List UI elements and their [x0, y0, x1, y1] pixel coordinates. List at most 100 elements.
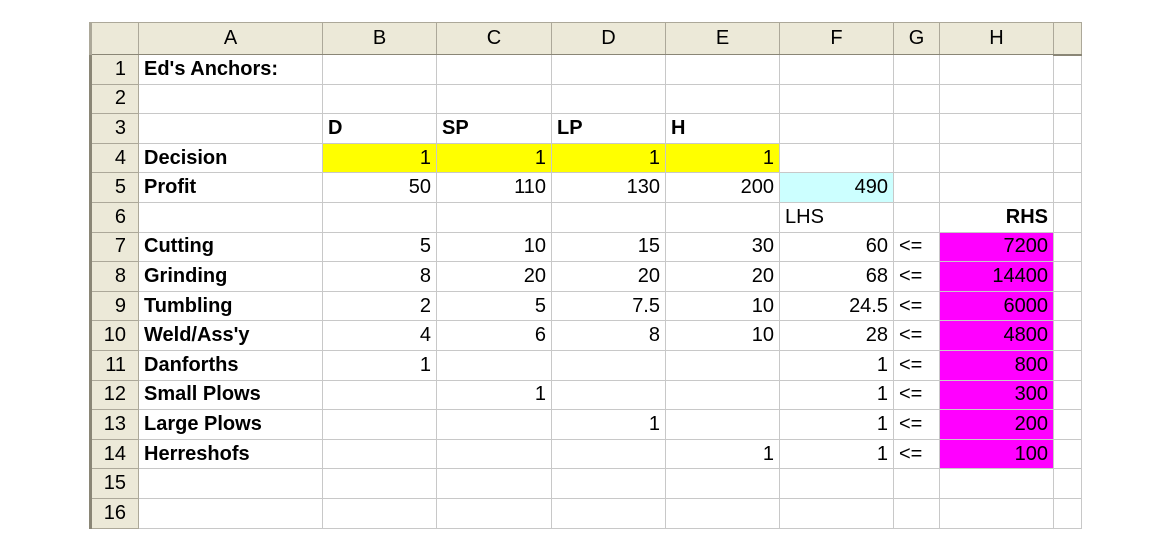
row-header-2[interactable]: 2	[89, 83, 139, 115]
cell-h12[interactable]: 300	[939, 379, 1054, 411]
cell-a15[interactable]	[138, 468, 323, 499]
cell-d16[interactable]	[551, 497, 666, 529]
cell-d12[interactable]	[551, 379, 666, 411]
cell-h1[interactable]	[939, 54, 1054, 85]
cell-d4[interactable]: 1	[551, 142, 666, 174]
cell-i1[interactable]	[1053, 54, 1082, 85]
cell-f16[interactable]	[779, 497, 894, 529]
cell-e16[interactable]	[665, 497, 780, 529]
cell-c7[interactable]: 10	[436, 231, 552, 263]
cell-a12[interactable]: Small Plows	[138, 379, 323, 411]
cell-b7[interactable]: 5	[322, 231, 437, 263]
cell-a14[interactable]: Herreshofs	[138, 438, 323, 470]
cell-f1[interactable]	[779, 54, 894, 85]
cell-e8[interactable]: 20	[665, 261, 780, 292]
cell-g1[interactable]	[893, 54, 940, 85]
cell-f2[interactable]	[779, 83, 894, 115]
cell-g7[interactable]: <=	[893, 231, 940, 263]
cell-d2[interactable]	[551, 83, 666, 115]
cell-h8[interactable]: 14400	[939, 261, 1054, 292]
cell-h3[interactable]	[939, 113, 1054, 144]
cell-c4[interactable]: 1	[436, 142, 552, 174]
cell-c13[interactable]	[436, 409, 552, 440]
column-header-f[interactable]: F	[779, 22, 894, 55]
cell-g14[interactable]: <=	[893, 438, 940, 470]
cell-b8[interactable]: 8	[322, 261, 437, 292]
cell-b5[interactable]: 50	[322, 172, 437, 203]
row-header-14[interactable]: 14	[89, 438, 139, 470]
cell-d5[interactable]: 130	[551, 172, 666, 203]
cell-g10[interactable]: <=	[893, 320, 940, 351]
select-all-corner[interactable]	[89, 22, 139, 55]
row-header-11[interactable]: 11	[89, 349, 139, 381]
cell-b13[interactable]	[322, 409, 437, 440]
cell-g9[interactable]: <=	[893, 290, 940, 322]
cell-h15[interactable]	[939, 468, 1054, 499]
cell-f6[interactable]: LHS	[779, 201, 894, 233]
cell-c15[interactable]	[436, 468, 552, 499]
cell-f9[interactable]: 24.5	[779, 290, 894, 322]
cell-f14[interactable]: 1	[779, 438, 894, 470]
cell-a16[interactable]	[138, 497, 323, 529]
column-header-c[interactable]: C	[436, 22, 552, 55]
cell-c9[interactable]: 5	[436, 290, 552, 322]
cell-a9[interactable]: Tumbling	[138, 290, 323, 322]
cell-i4[interactable]	[1053, 142, 1082, 174]
cell-i11[interactable]	[1053, 349, 1082, 381]
cell-h5[interactable]	[939, 172, 1054, 203]
cell-g3[interactable]	[893, 113, 940, 144]
cell-g13[interactable]: <=	[893, 409, 940, 440]
cell-i7[interactable]	[1053, 231, 1082, 263]
cell-f5[interactable]: 490	[779, 172, 894, 203]
row-header-6[interactable]: 6	[89, 201, 139, 233]
column-header-d[interactable]: D	[551, 22, 666, 55]
cell-f15[interactable]	[779, 468, 894, 499]
cell-a8[interactable]: Grinding	[138, 261, 323, 292]
cell-a10[interactable]: Weld/Ass'y	[138, 320, 323, 351]
cell-b1[interactable]	[322, 54, 437, 85]
column-header-g[interactable]: G	[893, 22, 940, 55]
cell-d13[interactable]: 1	[551, 409, 666, 440]
cell-d9[interactable]: 7.5	[551, 290, 666, 322]
cell-e4[interactable]: 1	[665, 142, 780, 174]
cell-e15[interactable]	[665, 468, 780, 499]
cell-f13[interactable]: 1	[779, 409, 894, 440]
cell-g6[interactable]	[893, 201, 940, 233]
cell-i6[interactable]	[1053, 201, 1082, 233]
cell-i3[interactable]	[1053, 113, 1082, 144]
cell-c10[interactable]: 6	[436, 320, 552, 351]
cell-a4[interactable]: Decision	[138, 142, 323, 174]
cell-g2[interactable]	[893, 83, 940, 115]
cell-e12[interactable]	[665, 379, 780, 411]
cell-i16[interactable]	[1053, 497, 1082, 529]
cell-a13[interactable]: Large Plows	[138, 409, 323, 440]
cell-b3[interactable]: D	[322, 113, 437, 144]
cell-e5[interactable]: 200	[665, 172, 780, 203]
cell-h2[interactable]	[939, 83, 1054, 115]
cell-h14[interactable]: 100	[939, 438, 1054, 470]
cell-e3[interactable]: H	[665, 113, 780, 144]
row-header-16[interactable]: 16	[89, 497, 139, 529]
cell-b14[interactable]	[322, 438, 437, 470]
cell-b11[interactable]: 1	[322, 349, 437, 381]
cell-g11[interactable]: <=	[893, 349, 940, 381]
row-header-8[interactable]: 8	[89, 261, 139, 292]
cell-h13[interactable]: 200	[939, 409, 1054, 440]
row-header-1[interactable]: 1	[89, 54, 139, 85]
cell-f8[interactable]: 68	[779, 261, 894, 292]
cell-i5[interactable]	[1053, 172, 1082, 203]
cell-e14[interactable]: 1	[665, 438, 780, 470]
cell-f3[interactable]	[779, 113, 894, 144]
cell-c14[interactable]	[436, 438, 552, 470]
cell-h7[interactable]: 7200	[939, 231, 1054, 263]
cell-e13[interactable]	[665, 409, 780, 440]
cell-b9[interactable]: 2	[322, 290, 437, 322]
cell-a6[interactable]	[138, 201, 323, 233]
cell-e10[interactable]: 10	[665, 320, 780, 351]
cell-c6[interactable]	[436, 201, 552, 233]
cell-f12[interactable]: 1	[779, 379, 894, 411]
cell-e7[interactable]: 30	[665, 231, 780, 263]
row-header-9[interactable]: 9	[89, 290, 139, 322]
cell-f7[interactable]: 60	[779, 231, 894, 263]
cell-a2[interactable]	[138, 83, 323, 115]
